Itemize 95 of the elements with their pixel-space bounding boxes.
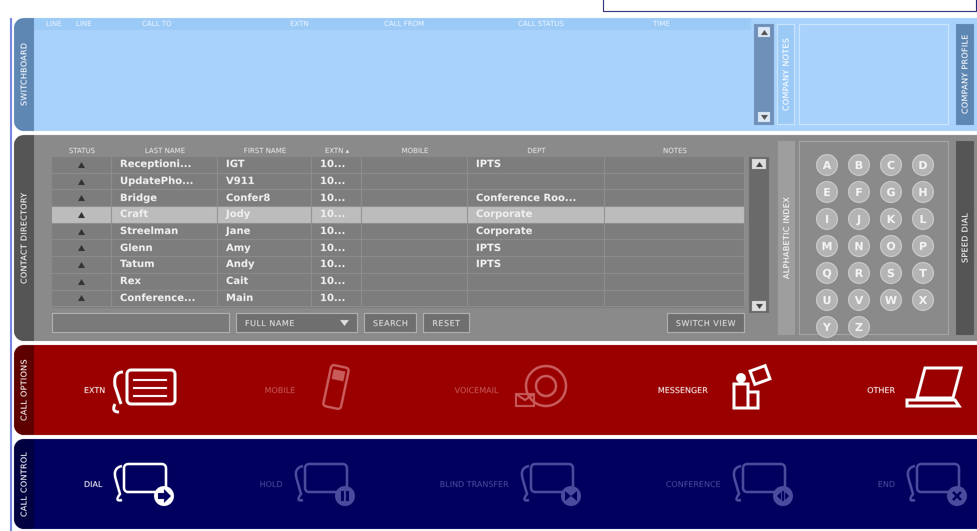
letter-button[interactable]: H xyxy=(912,181,934,203)
table-cell-text: 10... xyxy=(320,258,346,272)
table-cell-text: Andy xyxy=(226,258,255,272)
table-cell-text: 10... xyxy=(320,242,346,256)
letter-button[interactable]: Z xyxy=(848,316,870,338)
table-cell-text: Amy xyxy=(226,242,251,256)
status-triangle-icon xyxy=(78,295,85,302)
status-triangle-icon xyxy=(78,278,85,285)
company-notes-tab[interactable]: COMPANY NOTES xyxy=(777,24,795,125)
letter-button[interactable]: T xyxy=(912,262,934,284)
letter-button[interactable]: I xyxy=(816,208,838,230)
table-cell-text: IGT xyxy=(226,158,245,172)
table-cell-text: 10... xyxy=(320,292,346,306)
scroll-up-icon[interactable] xyxy=(756,162,763,166)
letter-button[interactable]: W xyxy=(880,289,902,311)
contact-row[interactable]: Streelman Jane 10... Corporate xyxy=(52,224,746,240)
letter-button[interactable]: B xyxy=(848,154,870,176)
table-cell-text: Glenn xyxy=(120,242,153,256)
company-profile-tab[interactable]: COMPANY PROFILE xyxy=(956,24,974,125)
letter-button[interactable]: Y xyxy=(816,316,838,338)
letter-button[interactable]: R xyxy=(848,262,870,284)
letter-button[interactable]: S xyxy=(880,262,902,284)
contact-directory-tab[interactable]: CONTACT DIRECTORY xyxy=(14,135,34,341)
option-button[interactable]: EXTN xyxy=(84,362,182,418)
table-cell-text: Cait xyxy=(226,275,248,290)
letter-button[interactable]: L xyxy=(912,208,934,230)
scroll-down-icon[interactable] xyxy=(760,114,768,120)
table-cell-text: Tatum xyxy=(120,258,155,272)
contact-row[interactable]: Glenn Amy 10... IPTS xyxy=(52,240,746,258)
status-triangle-icon xyxy=(78,262,85,268)
table-cell-text: IPTS xyxy=(476,242,502,256)
letter-button[interactable]: N xyxy=(848,235,870,257)
table-cell-text: Bridge xyxy=(120,192,158,206)
letter-button[interactable]: F xyxy=(848,181,870,203)
status-triangle-icon xyxy=(78,195,85,202)
table-cell-text: V911 xyxy=(226,175,255,190)
letter-button[interactable]: K xyxy=(880,208,902,230)
option-button[interactable]: OTHER xyxy=(867,362,971,418)
contact-row[interactable]: UpdatePho... V911 10... xyxy=(52,174,746,190)
scrollbar[interactable] xyxy=(749,157,769,313)
table-cell-text: 10... xyxy=(320,225,346,240)
letter-button[interactable]: A xyxy=(816,154,838,176)
letter-button[interactable]: U xyxy=(816,289,838,311)
status-triangle-icon xyxy=(78,245,85,252)
scrollbar[interactable] xyxy=(754,24,774,125)
table-cell-text: 10... xyxy=(320,158,346,172)
contact-row[interactable]: Tatum Andy 10... IPTS xyxy=(52,257,746,274)
caret-icon xyxy=(340,320,349,326)
letter-button[interactable]: G xyxy=(880,181,902,203)
contact-row[interactable]: Rex Cait 10... xyxy=(52,274,746,290)
option-button[interactable]: DIAL xyxy=(84,456,178,512)
table-cell-text: Receptioni... xyxy=(120,158,192,172)
table-cell-text: Main xyxy=(226,292,254,306)
scroll-up-icon[interactable] xyxy=(760,30,768,34)
status-triangle-icon xyxy=(78,228,85,235)
scroll-down-icon[interactable] xyxy=(756,304,763,308)
status-triangle-icon xyxy=(78,212,85,218)
action-button[interactable]: RESET xyxy=(423,313,470,333)
search-by-dropdown[interactable]: FULL NAME xyxy=(236,313,358,333)
letter-button[interactable]: X xyxy=(912,289,934,311)
table-cell-text: 10... xyxy=(320,175,346,190)
table-cell-text: Corporate xyxy=(476,225,532,240)
switchboard-tab[interactable]: SWITCHBOARD xyxy=(14,18,34,131)
speed-dial-tab[interactable]: SPEED DIAL xyxy=(956,141,974,335)
call-options-tab[interactable]: CALL OPTIONS xyxy=(14,345,34,435)
search-field[interactable] xyxy=(52,313,230,333)
table-cell-text: Rex xyxy=(120,275,141,290)
option-button[interactable]: MESSENGER xyxy=(658,362,784,418)
letter-button[interactable]: E xyxy=(816,181,838,203)
contact-row[interactable]: Receptioni... IGT 10... IPTS xyxy=(52,157,746,174)
table-cell-text: 10... xyxy=(320,192,346,206)
switch-view-button[interactable]: SWITCH VIEW xyxy=(666,313,746,333)
letter-button[interactable]: M xyxy=(816,235,838,257)
table-cell-text: IPTS xyxy=(476,158,502,172)
call-control-tab[interactable]: CALL CONTROL xyxy=(14,439,34,529)
table-cell-text: Streelman xyxy=(120,225,178,240)
status-triangle-icon xyxy=(78,162,85,168)
letter-button[interactable]: Q xyxy=(816,262,838,284)
table-cell-text: IPTS xyxy=(476,258,502,272)
action-button[interactable]: SEARCH xyxy=(364,313,418,333)
alphabetic-index-tab[interactable]: ALPHABETIC INDEX xyxy=(778,141,795,335)
letter-button[interactable]: J xyxy=(848,208,870,230)
status-triangle-icon xyxy=(78,178,85,185)
table-cell-text: UpdatePho... xyxy=(120,175,194,190)
table-cell-text: Confer8 xyxy=(226,192,270,206)
letter-button[interactable]: V xyxy=(848,289,870,311)
letter-button[interactable]: D xyxy=(912,154,934,176)
table-cell-text: Conference... xyxy=(120,292,196,306)
table-cell-text: Conference Roo... xyxy=(476,192,576,206)
letter-button[interactable]: O xyxy=(880,235,902,257)
contact-row[interactable]: Conference... Main 10... xyxy=(52,290,746,308)
table-cell-text: Jane xyxy=(226,225,250,240)
letter-button[interactable]: C xyxy=(880,154,902,176)
table-cell-text: 10... xyxy=(320,275,346,290)
letter-button[interactable]: P xyxy=(912,235,934,257)
